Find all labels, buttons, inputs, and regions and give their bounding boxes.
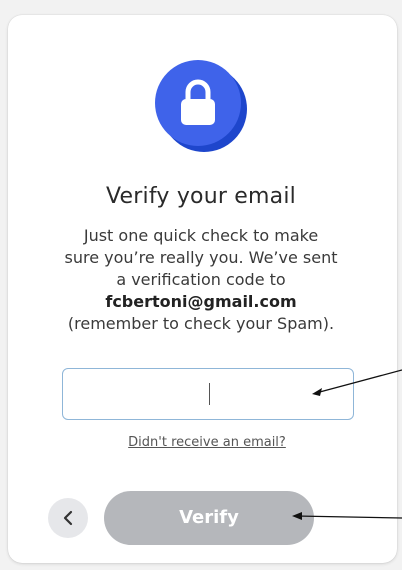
- annotation-arrow-input: [312, 369, 402, 396]
- annotation-arrows: [292, 369, 402, 520]
- annotation-arrow-verify: [292, 512, 402, 520]
